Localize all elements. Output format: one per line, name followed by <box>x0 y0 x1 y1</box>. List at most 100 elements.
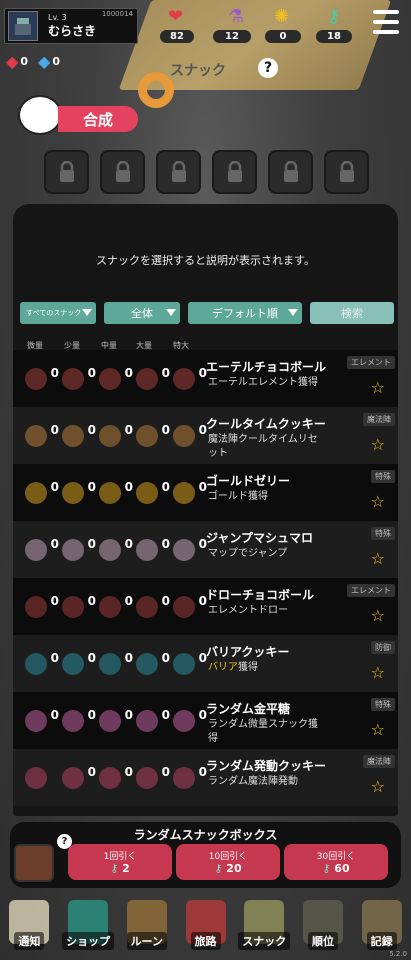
snack-count: 0 <box>25 364 62 394</box>
key-icon: ⚷ <box>110 862 119 875</box>
draw-1-button[interactable]: 1回引く ⚷ 2 <box>68 844 172 880</box>
draw-10-button[interactable]: 10回引く ⚷ 20 <box>176 844 280 880</box>
key-icon: ⚷ <box>214 862 223 875</box>
draw-1-cost: 2 <box>122 862 130 875</box>
snack-icon <box>173 652 195 675</box>
count-value: 0 <box>87 593 96 608</box>
count-value: 0 <box>87 479 96 494</box>
snack-effect: バリア獲得 <box>208 661 326 675</box>
snack-icon <box>136 709 158 732</box>
count-value: 0 <box>161 707 170 722</box>
snack-icon <box>25 424 47 447</box>
nav-rune[interactable]: ルーン <box>117 896 176 960</box>
favorite-star-icon[interactable]: ☆ <box>371 549 385 568</box>
avatar <box>8 11 38 41</box>
snack-count: 0 <box>62 421 99 451</box>
red-gem-counter: ◆ 0 <box>6 52 28 71</box>
nav-label: ショップ <box>62 932 115 950</box>
nav-shop[interactable]: ショップ <box>59 896 118 960</box>
snack-description: スナックを選択すると説明が表示されます。 <box>96 254 315 267</box>
snack-icon <box>136 424 158 447</box>
menu-button[interactable] <box>373 10 399 34</box>
snack-row[interactable]: 0 0 0 0 0 バリアクッキー バリア獲得 防御 ☆ <box>13 635 398 692</box>
player-profile[interactable]: Lv. 3 むらさき 1000014 <box>4 8 138 44</box>
sort-filter[interactable]: デフォルト順 <box>188 302 302 324</box>
favorite-star-icon[interactable]: ☆ <box>371 378 385 397</box>
snack-count: 0 <box>25 649 62 679</box>
category-tag: 特殊 <box>371 470 395 483</box>
snack-count: 0 <box>62 763 99 793</box>
help-button[interactable]: ? <box>258 58 278 78</box>
snack-count: 0 <box>173 478 210 508</box>
search-button[interactable]: 検索 <box>310 302 394 324</box>
snack-count: 0 <box>136 649 173 679</box>
blue-gem-counter: ◆ 0 <box>38 52 60 71</box>
count-value: 0 <box>87 650 96 665</box>
snack-row[interactable]: 0 0 0 0 ランダム発動クッキー ランダム魔法陣発動 魔法陣 ☆ <box>13 749 398 806</box>
sort-filter-label: デフォルト順 <box>212 307 278 320</box>
snack-count: 0 <box>173 649 210 679</box>
player-id: 1000014 <box>101 10 133 18</box>
snack-icon <box>173 367 195 390</box>
nav-ranking[interactable]: 順位 <box>294 896 353 960</box>
count-value: 0 <box>87 536 96 551</box>
draw-10-cost: 20 <box>226 862 242 875</box>
craft-button[interactable]: 合成 <box>58 106 138 132</box>
snack-icon <box>99 424 121 447</box>
locked-slot[interactable] <box>212 150 257 194</box>
draw-30-button[interactable]: 30回引く ⚷ 60 <box>284 844 388 880</box>
snack-count: 0 <box>99 706 136 736</box>
snack-icon <box>25 367 47 390</box>
snack-name: クールタイムクッキー <box>206 417 326 431</box>
nav-snack[interactable]: スナック <box>235 896 294 960</box>
favorite-star-icon[interactable]: ☆ <box>371 720 385 739</box>
snack-count: 0 <box>62 592 99 622</box>
snack-effect-highlight: バリア <box>208 662 238 673</box>
count-value: 0 <box>87 422 96 437</box>
snack-row[interactable]: 0 0 0 0 0 ドローチョコボール エレメントドロー エレメント ☆ <box>13 578 398 635</box>
count-value: 0 <box>124 707 133 722</box>
snack-icon <box>62 766 84 789</box>
heart-icon: ❤ <box>168 6 184 27</box>
favorite-star-icon[interactable]: ☆ <box>371 606 385 625</box>
snack-count: 0 <box>25 421 62 451</box>
snack-name: ランダム発動クッキー <box>206 759 327 773</box>
locked-slot[interactable] <box>156 150 201 194</box>
scope-filter[interactable]: 全体 <box>104 302 180 324</box>
favorite-star-icon[interactable]: ☆ <box>371 663 385 682</box>
count-value: 0 <box>161 422 170 437</box>
count-value: 0 <box>124 764 133 779</box>
snack-count: 0 <box>99 364 136 394</box>
snack-icon <box>173 538 195 561</box>
locked-slot[interactable] <box>44 150 89 194</box>
snack-count: 0 <box>173 763 210 793</box>
snack-row[interactable]: 0 0 0 0 0 ジャンプマシュマロ マップでジャンプ 特殊 ☆ <box>13 521 398 578</box>
chef-icon <box>18 95 62 135</box>
locked-slot[interactable] <box>100 150 145 194</box>
snack-count: 0 <box>136 364 173 394</box>
chevron-down-icon <box>82 309 92 316</box>
favorite-star-icon[interactable]: ☆ <box>371 777 385 796</box>
snack-icon <box>62 595 84 618</box>
snack-row[interactable]: 0 0 0 0 0 エーテルチョコボール エーテルエレメント獲得 エレメント ☆ <box>13 350 398 407</box>
favorite-star-icon[interactable]: ☆ <box>371 492 385 511</box>
snack-row[interactable]: 0 0 0 0 0 ゴールドゼリー ゴールド獲得 特殊 ☆ <box>13 464 398 521</box>
snack-name: ジャンプマシュマロ <box>206 531 314 545</box>
snack-slots <box>44 150 369 194</box>
snack-count: 0 <box>173 364 210 394</box>
snack-count: 0 <box>136 763 173 793</box>
snack-row[interactable]: 0 0 0 0 0 クールタイムクッキー 魔法陣クールタイムリセット 魔法陣 ☆ <box>13 407 398 464</box>
snack-row[interactable]: 0 0 0 0 0 ランダム金平糖 ランダム微量スナック獲得 特殊 ☆ <box>13 692 398 749</box>
category-tag: 特殊 <box>371 698 395 711</box>
locked-slot[interactable] <box>268 150 313 194</box>
nav-notice[interactable]: 通知 <box>0 896 59 960</box>
snack-icon <box>99 595 121 618</box>
nav-journey[interactable]: 旅路 <box>176 896 235 960</box>
count-value: 0 <box>50 593 59 608</box>
type-filter[interactable]: すべてのスナック <box>20 302 96 324</box>
keys-counter: 18 <box>316 30 352 43</box>
snack-icon <box>99 652 121 675</box>
character-icon <box>15 18 31 35</box>
locked-slot[interactable] <box>324 150 369 194</box>
favorite-star-icon[interactable]: ☆ <box>371 435 385 454</box>
